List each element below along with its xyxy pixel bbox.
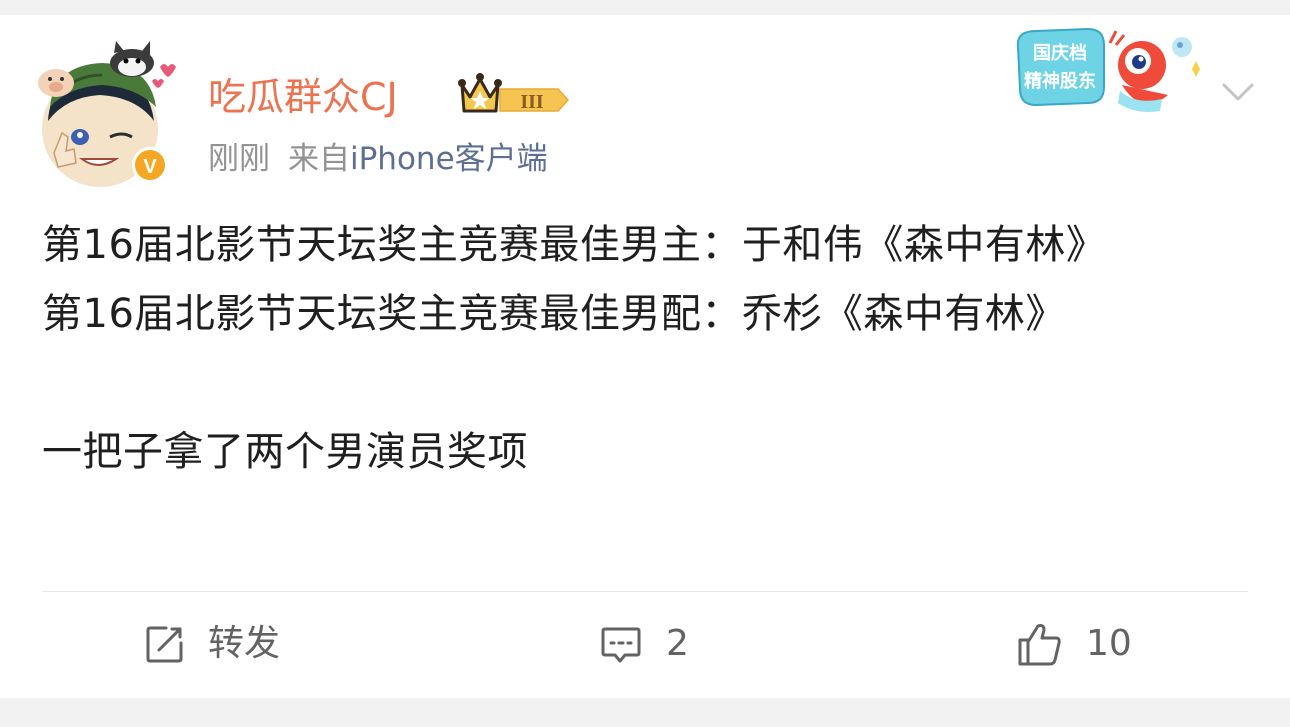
like-count: 10 xyxy=(1086,623,1132,664)
post-meta: 刚刚 来自iPhone客户端 xyxy=(208,137,548,181)
divider xyxy=(42,591,1248,592)
repost-label: 转发 xyxy=(208,623,281,664)
vip-level-label: III xyxy=(520,91,544,113)
sticker-line1: 国庆档 xyxy=(1033,42,1087,64)
source-client-link[interactable]: iPhone客户端 xyxy=(350,141,548,177)
comment-button[interactable]: 2 xyxy=(600,618,689,670)
post-text-line-3: 一把子拿了两个男演员奖项 xyxy=(42,429,528,475)
chevron-down-icon[interactable] xyxy=(1218,77,1258,107)
post-time: 刚刚 xyxy=(208,141,270,177)
username[interactable]: 吃瓜群众CJ xyxy=(208,73,398,121)
source-prefix: 来自 xyxy=(288,141,350,177)
crown-icon xyxy=(458,73,502,113)
sticker-line2: 精神股东 xyxy=(1024,70,1096,92)
repost-button[interactable]: 转发 xyxy=(144,618,280,670)
weibo-post-card: V 吃瓜群众CJ III 刚刚 来自iPhone客户端 国庆档 精神股东 第16… xyxy=(0,15,1290,698)
thumbs-up-icon xyxy=(1018,624,1061,666)
edit-square-icon xyxy=(146,626,183,663)
vip-crown-badge[interactable]: III xyxy=(456,71,576,119)
post-text-line-2: 第16届北影节天坛奖主竞赛最佳男配：乔杉《森中有林》 xyxy=(42,291,1066,337)
post-content: 第16届北影节天坛奖主竞赛最佳男主：于和伟《森中有林》 第16届北影节天坛奖主竞… xyxy=(42,211,1242,487)
user-avatar[interactable]: V xyxy=(36,37,176,187)
like-button[interactable]: 10 xyxy=(1016,618,1132,670)
comment-count: 2 xyxy=(666,623,689,664)
holiday-sticker[interactable]: 国庆档 精神股东 xyxy=(1012,21,1212,121)
comment-bubble-icon xyxy=(601,627,641,663)
post-text-line-1: 第16届北影节天坛奖主竞赛最佳男主：于和伟《森中有林》 xyxy=(42,222,1107,268)
verified-badge-icon: V xyxy=(143,156,157,178)
